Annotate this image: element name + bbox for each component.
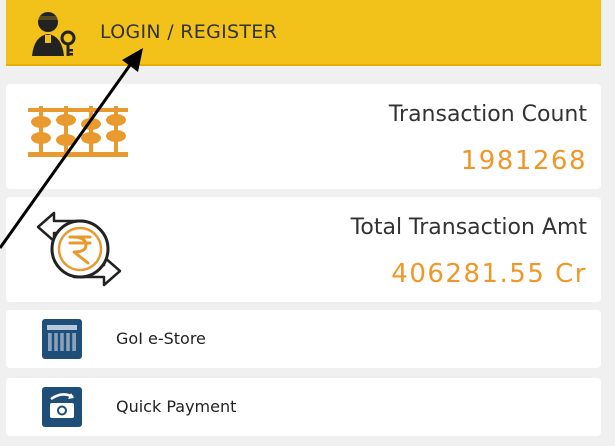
payment-icon: [42, 387, 82, 427]
transaction-amount-label: Total Transaction Amt: [350, 215, 587, 240]
login-bar[interactable]: LOGIN / REGISTER: [6, 0, 601, 66]
user-key-icon: [32, 12, 76, 56]
store-icon: [42, 319, 82, 359]
transaction-count-value: 1981268: [460, 146, 587, 176]
quick-payment-link[interactable]: Quick Payment: [6, 378, 601, 436]
transaction-amount-card: Total Transaction Amt 406281.55 Cr: [6, 197, 601, 302]
goi-estore-label: GoI e-Store: [116, 329, 206, 348]
abacus-icon: [28, 106, 128, 157]
transaction-count-card: Transaction Count 1981268: [6, 84, 601, 189]
transaction-amount-value: 406281.55 Cr: [391, 259, 587, 289]
rupee-exchange-icon: [36, 211, 122, 287]
quick-payment-label: Quick Payment: [116, 397, 237, 416]
transaction-count-label: Transaction Count: [388, 102, 587, 127]
goi-estore-link[interactable]: GoI e-Store: [6, 310, 601, 368]
login-register-link[interactable]: LOGIN / REGISTER: [100, 21, 277, 43]
